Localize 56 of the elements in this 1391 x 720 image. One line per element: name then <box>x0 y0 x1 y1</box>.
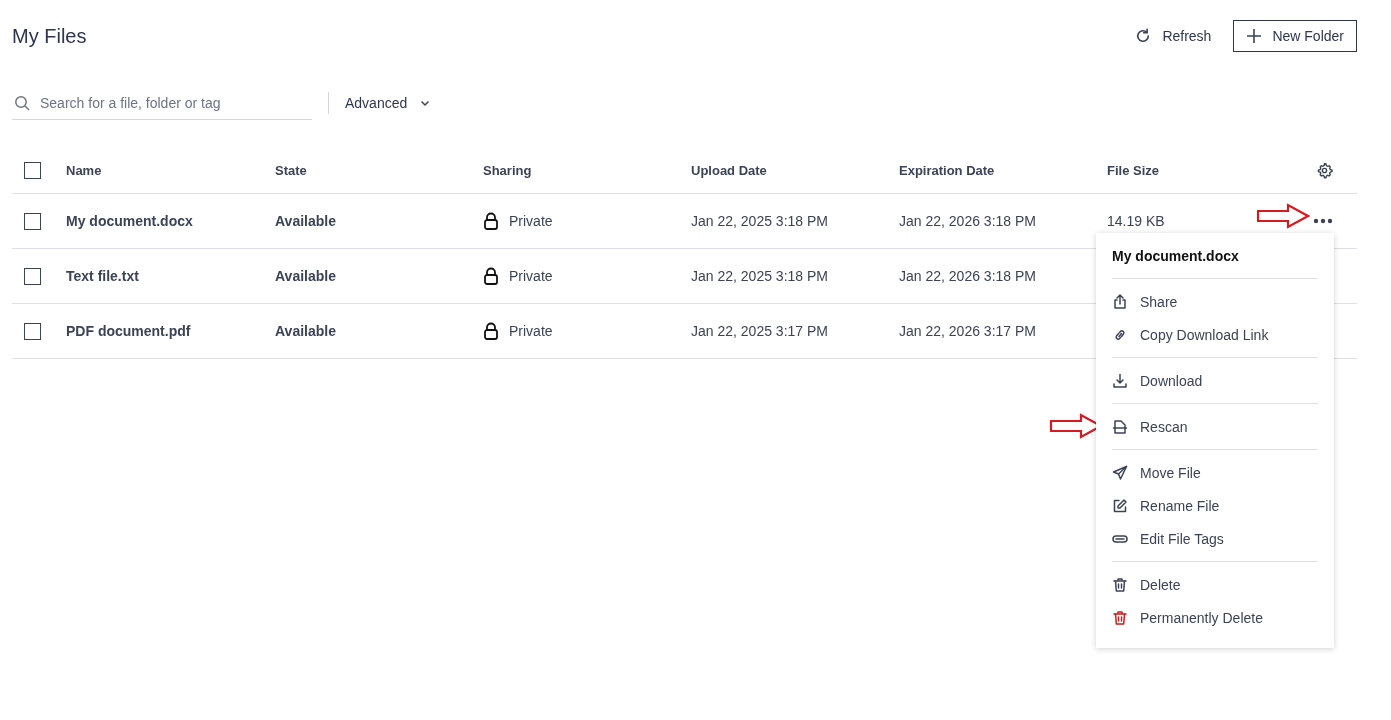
search-field[interactable]: Search for a file, folder or tag <box>12 86 312 120</box>
file-size-cell: 14.19 KB <box>1107 213 1165 229</box>
expiration-date-cell: Jan 22, 2026 3:18 PM <box>899 268 1036 284</box>
state-cell: Available <box>275 213 336 229</box>
column-header[interactable]: Upload Date <box>691 162 767 178</box>
upload-date-cell: Jan 22, 2025 3:17 PM <box>691 323 828 339</box>
send-icon <box>1112 464 1128 481</box>
lock-icon <box>483 267 499 285</box>
lock-icon <box>483 212 499 230</box>
advanced-dropdown[interactable]: Advanced <box>345 91 432 115</box>
more-icon[interactable] <box>1313 218 1333 224</box>
sharing-cell: Private <box>509 323 553 339</box>
edit-icon <box>1112 497 1128 514</box>
page-title: My Files <box>12 24 87 48</box>
menu-item[interactable]: Delete <box>1112 568 1318 601</box>
upload-date-cell: Jan 22, 2025 3:18 PM <box>691 268 828 284</box>
select-all-checkbox[interactable] <box>24 161 41 179</box>
menu-item[interactable]: Rescan <box>1112 410 1318 443</box>
upload-date-cell: Jan 22, 2025 3:18 PM <box>691 213 828 229</box>
menu-item[interactable]: Permanently Delete <box>1112 601 1318 634</box>
expiration-date-cell: Jan 22, 2026 3:17 PM <box>899 323 1036 339</box>
download-icon <box>1112 372 1128 389</box>
menu-item[interactable]: Edit File Tags <box>1112 522 1318 555</box>
sharing-cell: Private <box>509 213 553 229</box>
menu-item[interactable]: Download <box>1112 364 1318 397</box>
menu-title: My document.docx <box>1112 233 1318 279</box>
file-name[interactable]: My document.docx <box>66 213 193 229</box>
state-cell: Available <box>275 268 336 284</box>
menu-item[interactable]: Copy Download Link <box>1112 318 1318 351</box>
trash-icon <box>1112 609 1128 626</box>
column-header[interactable]: Sharing <box>483 162 532 178</box>
refresh-button[interactable]: Refresh <box>1134 23 1212 49</box>
search-icon <box>14 95 30 111</box>
column-header[interactable]: Name <box>66 162 102 178</box>
column-header[interactable]: State <box>275 162 307 178</box>
column-header[interactable]: Expiration Date <box>899 162 995 178</box>
menu-item[interactable]: Rename File <box>1112 489 1318 522</box>
settings-icon[interactable] <box>1316 161 1333 179</box>
callout-arrow <box>1256 203 1310 229</box>
share-icon <box>1112 293 1128 310</box>
row-checkbox[interactable] <box>24 267 41 285</box>
row-checkbox[interactable] <box>24 322 41 340</box>
trash-icon <box>1112 576 1128 593</box>
expiration-date-cell: Jan 22, 2026 3:18 PM <box>899 213 1036 229</box>
document-icon <box>1112 418 1128 435</box>
lock-icon <box>483 322 499 340</box>
new-folder-button[interactable]: New Folder <box>1233 20 1357 52</box>
column-header[interactable]: File Size <box>1107 162 1160 178</box>
menu-item[interactable]: Move File <box>1112 456 1318 489</box>
file-name[interactable]: PDF document.pdf <box>66 323 191 339</box>
menu-item[interactable]: Share <box>1112 285 1318 318</box>
file-name[interactable]: Text file.txt <box>66 268 139 284</box>
state-cell: Available <box>275 323 336 339</box>
sharing-cell: Private <box>509 268 553 284</box>
plus-icon <box>1246 28 1263 44</box>
row-checkbox[interactable] <box>24 212 41 230</box>
